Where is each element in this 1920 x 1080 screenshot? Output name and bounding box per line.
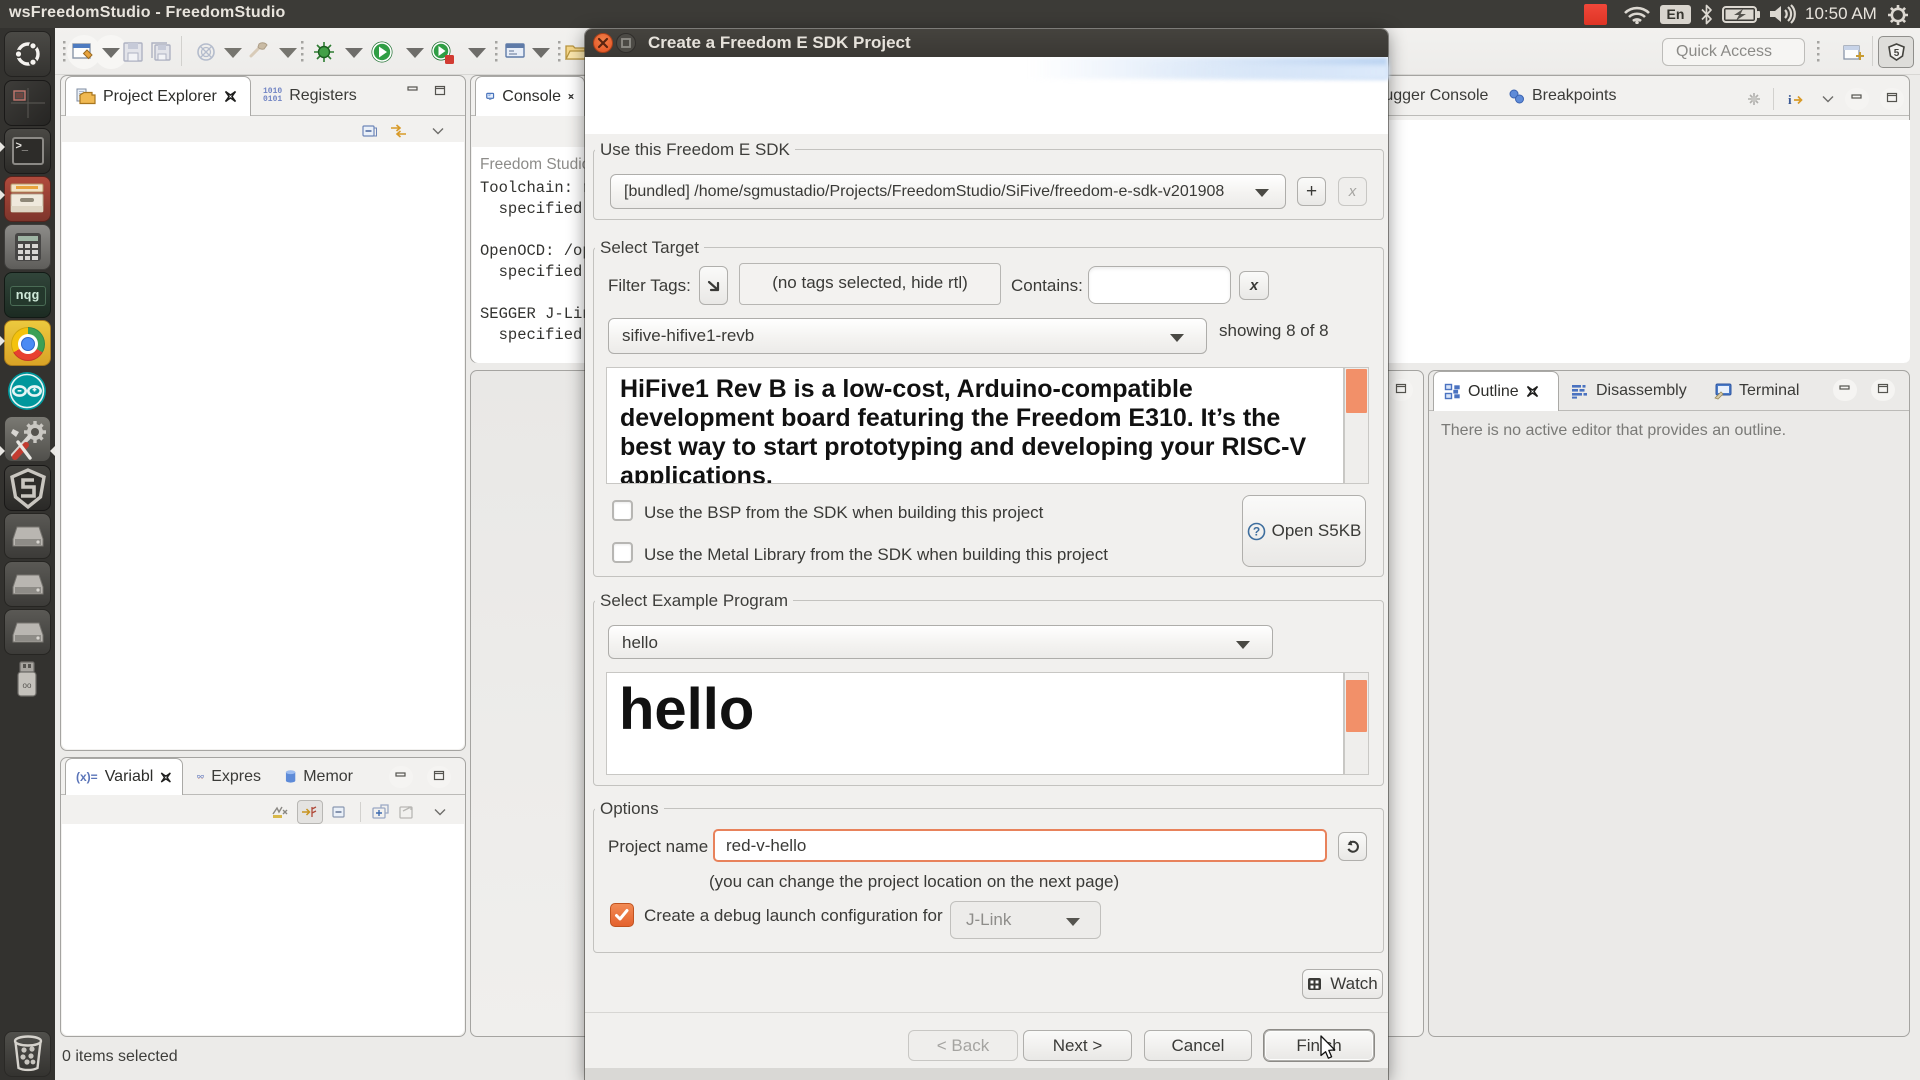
svg-text:5: 5: [1894, 48, 1900, 59]
svg-text:i: i: [1788, 92, 1792, 107]
svg-text:oo: oo: [23, 681, 32, 690]
svg-text:?: ?: [1252, 524, 1259, 538]
